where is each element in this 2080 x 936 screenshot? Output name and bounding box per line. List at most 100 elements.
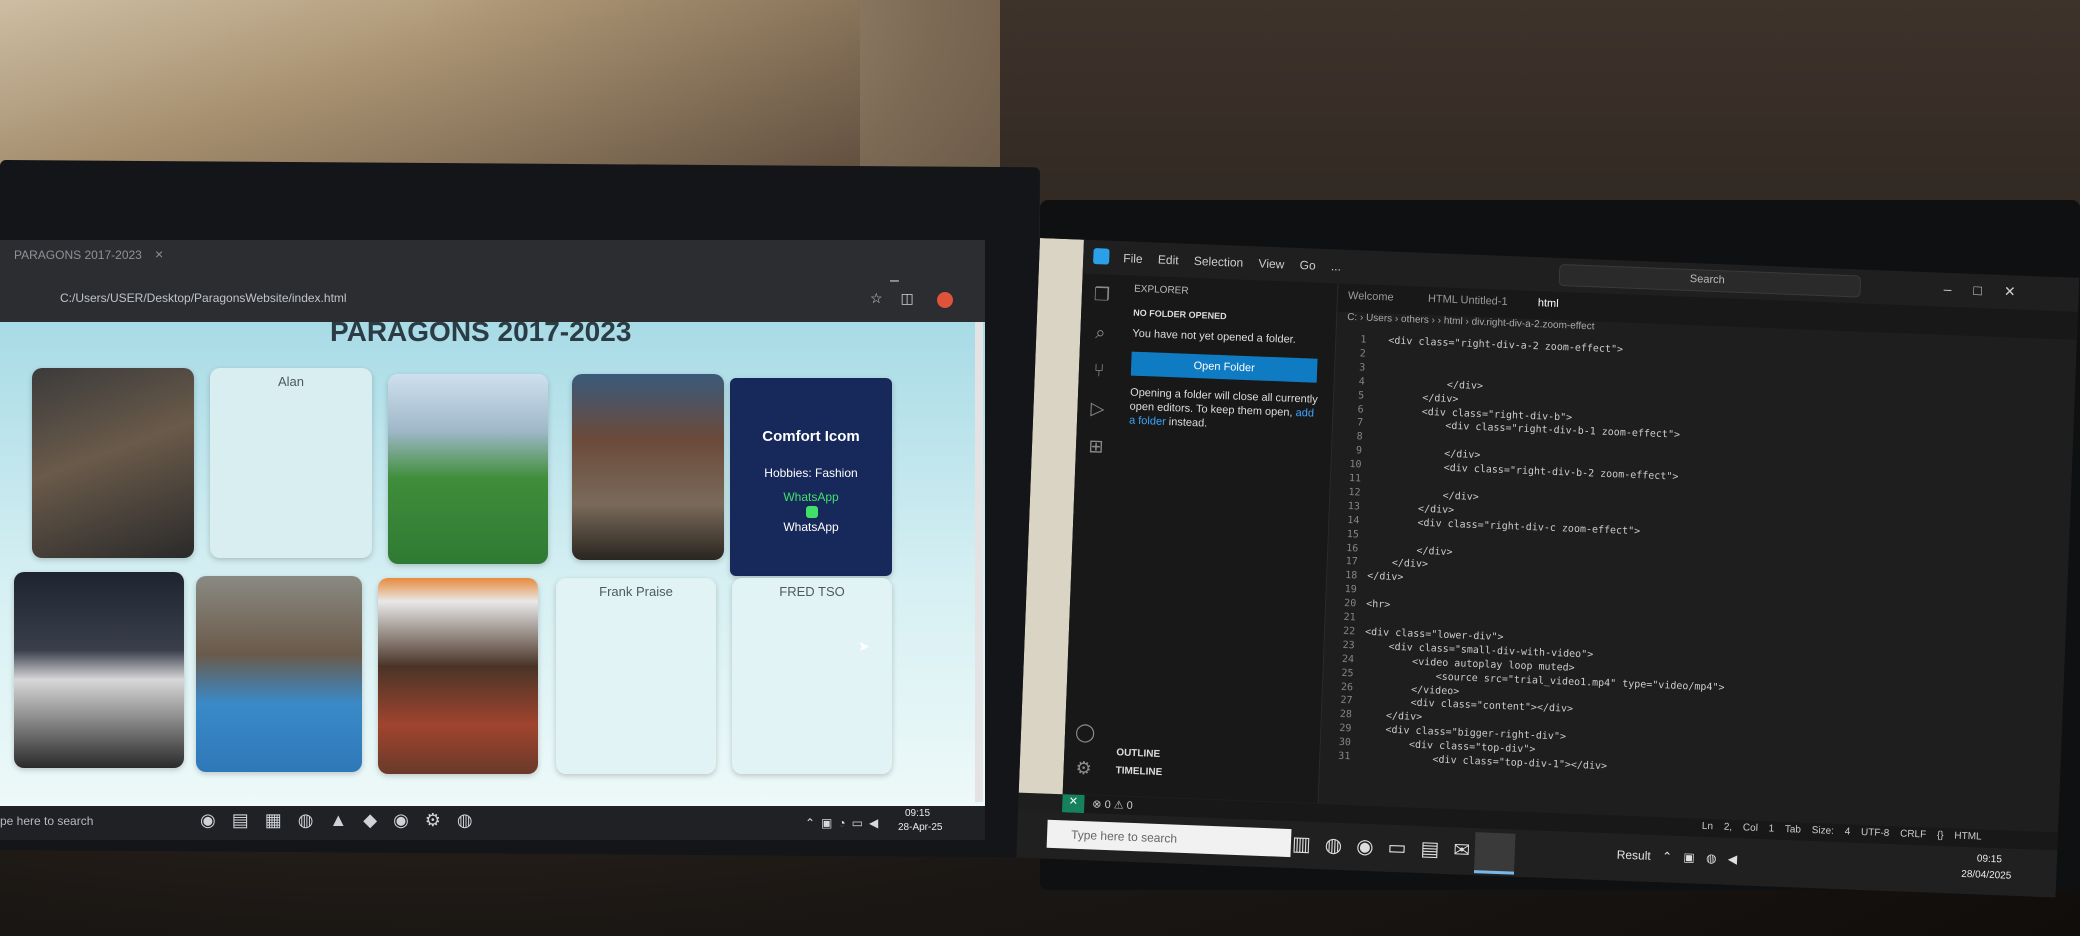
member-card-alan[interactable]: Alan — [210, 368, 372, 558]
taskbar-search-input[interactable]: pe here to search — [0, 814, 93, 828]
line-number: 12 — [1348, 486, 1361, 499]
line-number: 7 — [1356, 417, 1364, 429]
search-icon[interactable]: ⌕ — [1090, 322, 1111, 343]
line-number: 4 — [1358, 376, 1365, 388]
code-line[interactable]: </div> — [1375, 377, 1484, 391]
code-line[interactable]: <div class="right-div-a-2 zoom-effect"> — [1376, 335, 1623, 355]
open-folder-button[interactable]: Open Folder — [1130, 351, 1318, 383]
mouse-cursor-icon: ➤ — [858, 638, 870, 654]
tab-welcome[interactable]: Welcome — [1348, 290, 1394, 304]
member-photo — [32, 368, 194, 558]
whatsapp-icon[interactable] — [806, 506, 818, 518]
taskbar-app-icons[interactable]: ◉▤▦◍▲◆◉⚙◍ — [200, 810, 489, 831]
member-card[interactable] — [388, 374, 548, 564]
line-number: 23 — [1342, 639, 1355, 652]
tab-close-icon[interactable]: × — [155, 246, 163, 262]
line-number: 31 — [1338, 750, 1351, 763]
code-line[interactable]: </div> — [1367, 571, 1404, 583]
browser-tab-title[interactable]: PARAGONS 2017-2023 — [14, 248, 142, 262]
page-scrollbar[interactable] — [975, 322, 983, 802]
open-folder-note: Opening a folder will close all currentl… — [1129, 386, 1320, 435]
gear-icon[interactable]: ⚙ — [1073, 758, 1094, 779]
code-editor[interactable]: 1 <div class="right-div-a-2 zoom-effect"… — [1319, 329, 2080, 798]
files-icon[interactable]: ❐ — [1092, 284, 1113, 305]
member-card[interactable] — [378, 578, 538, 774]
line-number: 10 — [1349, 459, 1362, 471]
code-line[interactable]: </video> — [1363, 682, 1460, 697]
system-tray-icons[interactable]: ⌃▣◔▭◀ — [805, 816, 884, 830]
line-number: 16 — [1346, 542, 1359, 554]
broken-image-alt: FRED TSO — [779, 584, 845, 599]
line-number: 11 — [1348, 473, 1362, 485]
code-line[interactable]: </div> — [1368, 557, 1429, 570]
source-control-icon[interactable]: ⑂ — [1089, 360, 1110, 381]
code-line[interactable]: </div> — [1362, 710, 1423, 723]
no-folder-header[interactable]: NO FOLDER OPENED — [1133, 308, 1227, 322]
weather-result[interactable]: Result — [1616, 848, 1651, 863]
remote-indicator[interactable]: ✕ — [1061, 794, 1085, 814]
code-line[interactable]: </div> — [1370, 502, 1455, 516]
code-line[interactable]: </div> — [1368, 543, 1453, 557]
line-number: 17 — [1345, 556, 1358, 568]
member-name: Comfort Icom — [762, 428, 860, 445]
code-line[interactable]: </div> — [1374, 391, 1459, 404]
taskbar-clock-time[interactable]: 09:15 — [1977, 853, 2002, 865]
code-line[interactable]: <div class="right-div-c zoom-effect"> — [1369, 516, 1640, 537]
taskbar-clock-date[interactable]: 28-Apr-25 — [898, 822, 942, 833]
extensions-icon[interactable]: ⊞ — [1086, 436, 1107, 457]
browser-toolbar-icons[interactable]: ☆◫ — [870, 290, 932, 307]
code-line[interactable]: <div class="right-div-b-1 zoom-effect"> — [1373, 418, 1680, 441]
address-text[interactable]: C:/Users/USER/Desktop/ParagonsWebsite/in… — [60, 291, 347, 305]
member-photo — [378, 578, 538, 774]
member-card-frank[interactable]: Frank Praise — [556, 578, 716, 774]
problems-count[interactable]: ⊗ 0 ⚠ 0 — [1092, 797, 1133, 812]
code-line[interactable]: </div> — [1370, 488, 1479, 503]
line-number: 6 — [1357, 403, 1364, 416]
line-number: 20 — [1343, 598, 1357, 610]
line-number: 1 — [1360, 334, 1367, 346]
line-number: 29 — [1339, 723, 1352, 735]
taskbar-vscode-icon[interactable] — [1473, 832, 1516, 875]
line-number: 30 — [1338, 736, 1352, 749]
profile-avatar[interactable] — [937, 292, 953, 308]
member-hobbies: Hobbies: Fashion — [764, 466, 858, 480]
line-number: 28 — [1339, 709, 1353, 721]
browser-tab-bar: PARAGONS 2017-2023 × ‒□✕ — [0, 240, 985, 309]
member-card[interactable] — [32, 368, 194, 558]
tab-untitled-1[interactable]: HTML Untitled-1 — [1428, 293, 1508, 308]
line-number: 19 — [1344, 584, 1357, 596]
member-card[interactable] — [572, 374, 724, 560]
vscode-logo-icon — [1093, 248, 1110, 265]
no-folder-message: You have not yet opened a folder. — [1132, 327, 1297, 346]
taskbar-app-icons[interactable]: ▥◍◉▭▤✉ — [1291, 831, 1484, 863]
taskbar-clock-date[interactable]: 28/04/2025 — [1961, 869, 2011, 882]
line-number: 8 — [1356, 431, 1363, 443]
vscode-window-controls[interactable]: ‒□✕ — [1943, 281, 2038, 302]
member-photo — [572, 374, 724, 560]
code-line[interactable]: <div class="top-div-1"></div> — [1360, 752, 1607, 772]
member-card-fred[interactable]: FRED TSO — [732, 578, 892, 774]
whatsapp-link-label[interactable]: WhatsApp — [730, 520, 892, 534]
member-card[interactable] — [196, 576, 362, 772]
timeline-section[interactable]: TIMELINE — [1115, 765, 1162, 778]
taskbar-clock-time[interactable]: 09:15 — [905, 808, 930, 819]
line-number: 26 — [1340, 681, 1354, 693]
member-card[interactable] — [14, 572, 184, 768]
outline-section[interactable]: OUTLINE — [1116, 747, 1160, 760]
code-line[interactable]: <hr> — [1366, 599, 1390, 611]
tab-html[interactable]: html — [1538, 297, 1559, 310]
code-line[interactable]: </div> — [1372, 446, 1481, 461]
left-laptop-screen: PARAGONS 2017-2023 × ‒□✕ C:/Users/USER/D… — [0, 240, 985, 840]
account-icon[interactable]: ◯ — [1075, 722, 1096, 743]
member-photo — [14, 572, 184, 768]
code-line[interactable]: <div class="right-div-b-2 zoom-effect"> — [1371, 460, 1678, 483]
member-card-comfort[interactable]: Comfort Icom Hobbies: Fashion WhatsApp W… — [730, 378, 892, 576]
line-number: 18 — [1345, 570, 1358, 582]
whatsapp-link[interactable]: WhatsApp — [730, 490, 892, 504]
run-debug-icon[interactable]: ▷ — [1087, 398, 1108, 419]
broken-image-alt: Alan — [277, 374, 305, 389]
taskbar-search-input[interactable]: Type here to search — [1046, 819, 1292, 858]
system-tray[interactable]: Result ⌃ ▣ ◍ ◀ — [1616, 848, 1737, 867]
explorer-sidebar: EXPLORER NO FOLDER OPENED You have not y… — [1102, 275, 1339, 804]
line-number: 3 — [1359, 362, 1366, 374]
